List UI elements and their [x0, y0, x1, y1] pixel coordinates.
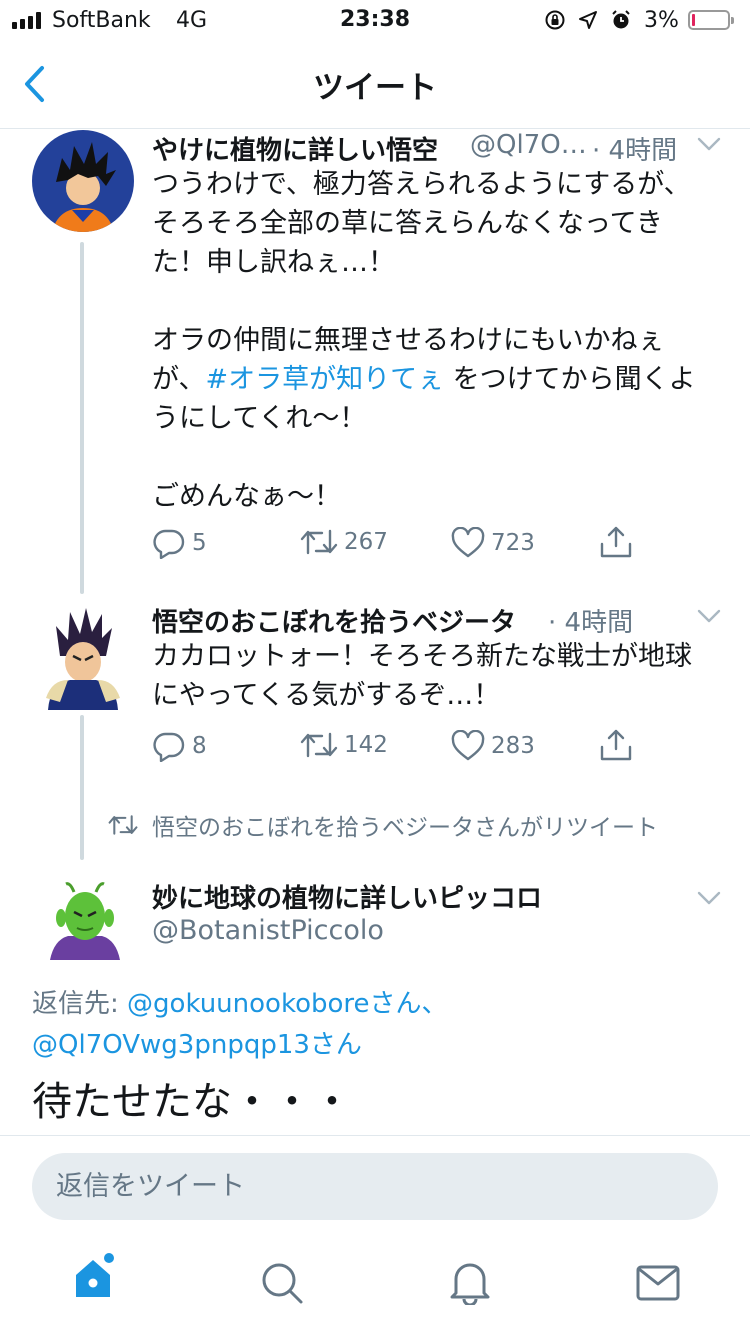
share-icon: [600, 526, 632, 558]
reply-to-link[interactable]: @Ql7OVwg3pnpqp13さん: [32, 1024, 362, 1061]
reply-input[interactable]: 返信をツイート: [32, 1153, 718, 1220]
like-button[interactable]: 723: [451, 527, 535, 559]
retweet-icon: [300, 529, 338, 555]
main-tweet-handle[interactable]: @BotanistPiccolo: [152, 915, 384, 946]
avatar-piccolo[interactable]: [46, 882, 124, 960]
messages-icon: [636, 1265, 680, 1301]
retweet-notice-text: 悟空のおこぼれを拾うベジータさんがリツイート: [152, 815, 658, 841]
reply-button[interactable]: 8: [152, 730, 207, 762]
reply-count: 5: [192, 530, 207, 556]
reply-icon: [153, 529, 185, 559]
tweet-timestamp: · 4時間: [592, 136, 678, 166]
heart-icon: [451, 730, 485, 761]
status-icons: [544, 9, 632, 31]
notifications-icon: [450, 1263, 490, 1307]
tweet-body: カカロットォー！そろそろ新たな戦士が地球 にやってくる気がするぞ…！: [152, 641, 692, 711]
tweet-body: つうわけで、極力答えられるようにするが、 そろそろ全部の草に答えらんなくなってき…: [152, 165, 722, 516]
tab-search[interactable]: [260, 1261, 304, 1309]
tweet-author-name[interactable]: やけに植物に詳しい悟空: [152, 130, 438, 167]
tweet-text: つうわけで、極力答えられるようにするが、 そろそろ全部の草に答えらんなくなってき…: [152, 169, 691, 395]
thread-line: [80, 715, 84, 860]
divider: [0, 1135, 750, 1136]
alarm-icon: [612, 10, 630, 29]
reply-count: 8: [192, 733, 207, 759]
share-icon: [600, 729, 632, 761]
reply-icon: [153, 732, 185, 762]
share-button[interactable]: [598, 727, 634, 763]
retweet-button[interactable]: 142: [300, 730, 388, 760]
tweet-author-name[interactable]: 悟空のおこぼれを拾うベジータ: [152, 602, 516, 639]
retweet-icon: [108, 815, 138, 835]
battery-icon: [688, 10, 734, 30]
retweet-icon: [300, 732, 338, 758]
avatar-vegeta[interactable]: [40, 606, 126, 710]
retweet-count: 267: [344, 529, 388, 555]
tweet-author-handle[interactable]: @Ql7O…: [470, 130, 587, 160]
avatar-goku[interactable]: [32, 130, 134, 232]
like-count: 723: [491, 530, 535, 556]
like-count: 283: [491, 733, 535, 759]
page-title: ツイート: [313, 70, 437, 106]
home-icon: [76, 1253, 114, 1297]
retweet-count: 142: [344, 732, 388, 758]
share-button[interactable]: [598, 524, 634, 560]
reply-to-line: 返信先: @gokuunookoboreさん、: [32, 983, 448, 1020]
retweet-notice: 悟空のおこぼれを拾うベジータさんがリツイート: [108, 808, 658, 842]
reply-button[interactable]: 5: [152, 527, 207, 559]
tweet-timestamp: · 4時間: [548, 608, 634, 638]
hashtag-link[interactable]: #オラ草が知りてぇ: [205, 364, 444, 395]
thread-line: [80, 242, 84, 594]
heart-icon: [451, 527, 485, 558]
status-bar: SoftBank 4G 23:38 3%: [0, 0, 750, 42]
retweet-button[interactable]: 267: [300, 527, 388, 557]
chevron-down-icon[interactable]: [697, 136, 721, 156]
tab-messages[interactable]: [636, 1265, 680, 1305]
search-icon: [262, 1263, 303, 1304]
nav-bar: ツイート: [0, 42, 750, 129]
tab-bar: [0, 1245, 750, 1334]
chevron-down-icon[interactable]: [697, 890, 721, 910]
main-tweet-author-name[interactable]: 妙に地球の植物に詳しいピッコロ: [152, 878, 542, 915]
reply-to-link[interactable]: @gokuunookoboreさん、: [127, 989, 447, 1019]
main-tweet-body: 待たせたな・・・: [32, 1079, 352, 1125]
like-button[interactable]: 283: [451, 730, 535, 762]
status-time: 23:38: [339, 7, 411, 32]
location-arrow-icon: [579, 11, 597, 29]
tab-home[interactable]: [72, 1253, 118, 1305]
reply-to-label: 返信先:: [32, 989, 119, 1019]
chevron-down-icon[interactable]: [697, 608, 721, 628]
tab-notifications[interactable]: [448, 1259, 492, 1309]
orientation-lock-icon: [545, 10, 565, 30]
battery-percent: 3%: [644, 8, 679, 33]
